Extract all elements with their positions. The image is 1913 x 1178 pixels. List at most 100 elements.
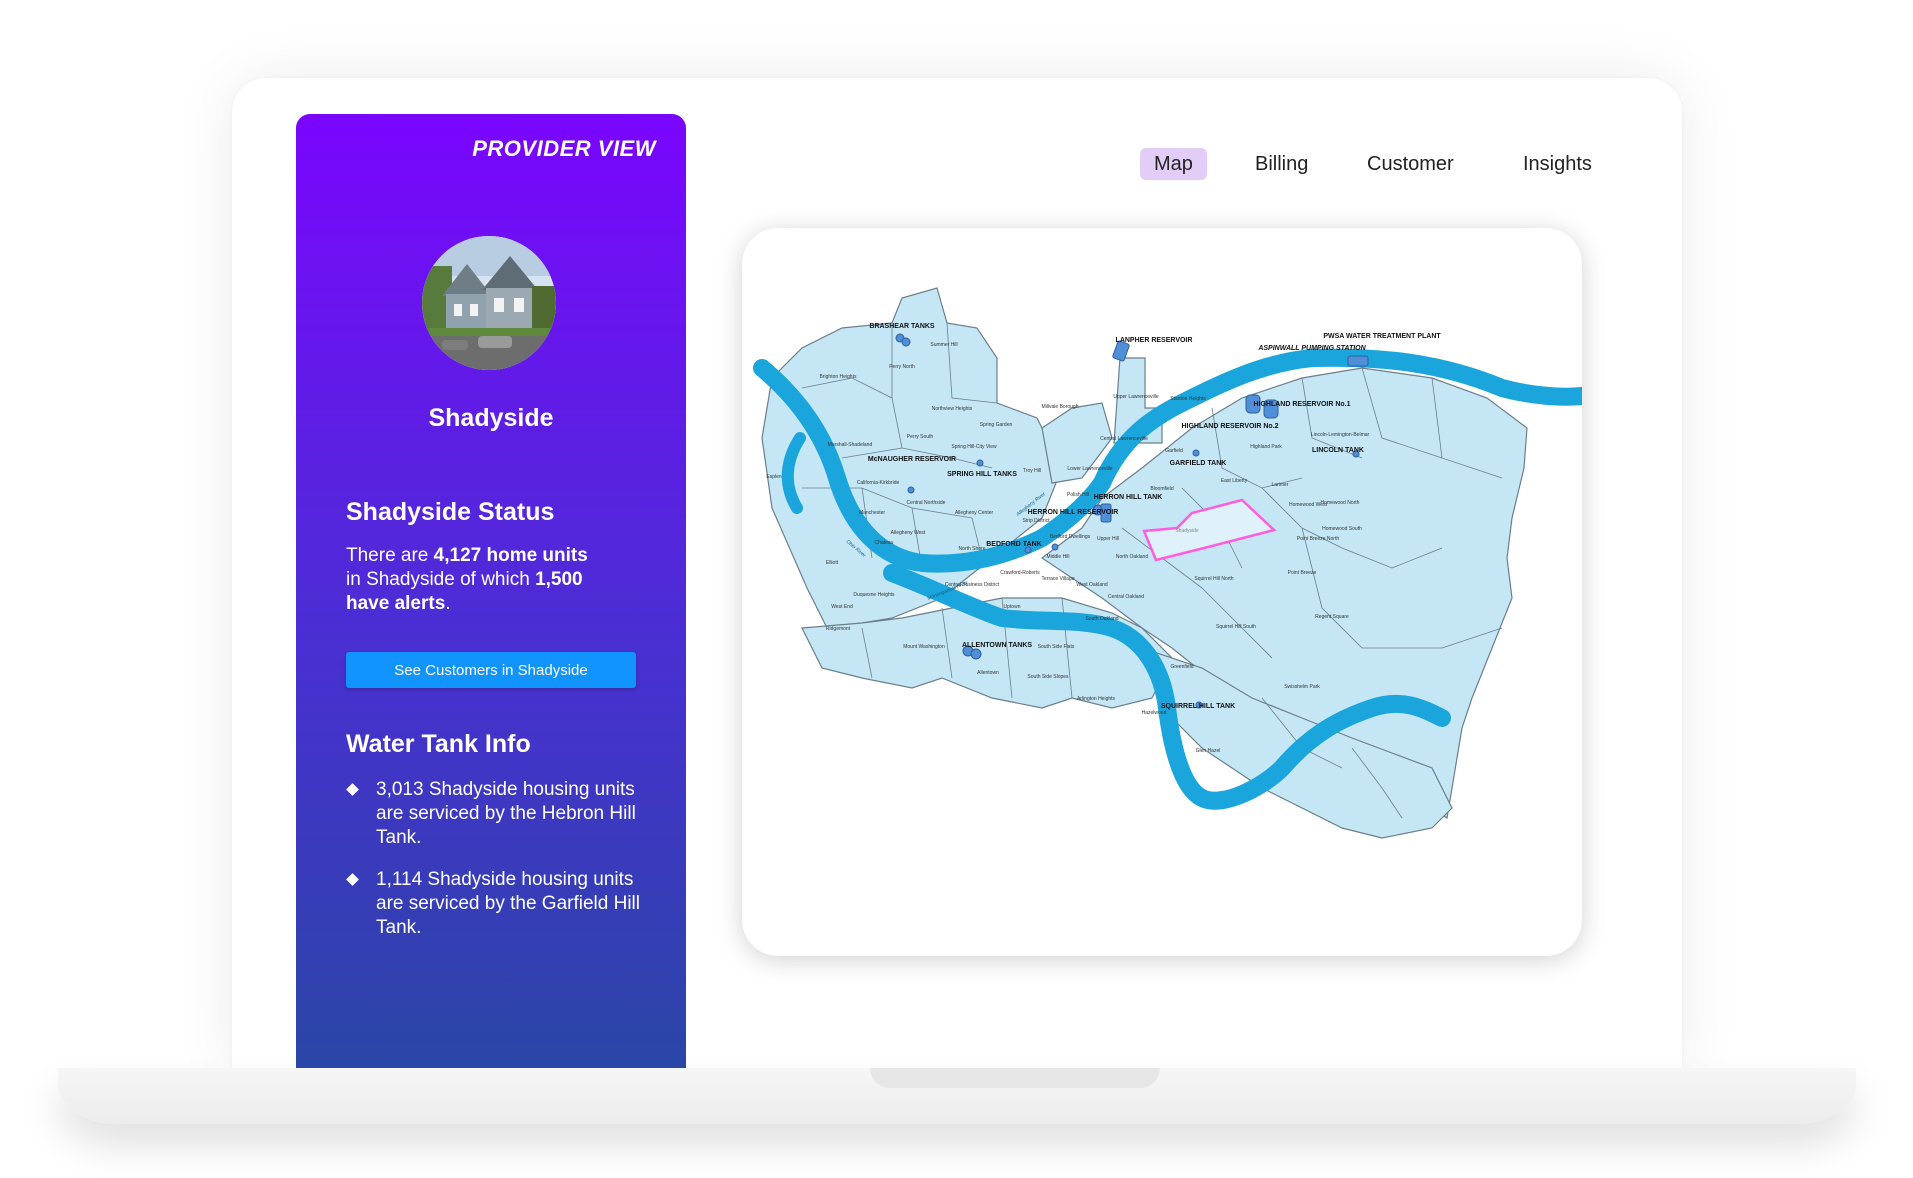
label-perry-south: Perry South (907, 434, 934, 440)
label-hazelwood: Hazelwood (1142, 710, 1167, 716)
label-lower-lawrenceville: Lower Lawrenceville (1067, 466, 1113, 472)
list-item: 3,013 Shadyside housing units are servic… (346, 778, 646, 850)
tab-billing[interactable]: Billing (1241, 148, 1322, 180)
diamond-bullet-icon (346, 783, 359, 796)
label-summer-hill: Summer Hill (930, 342, 957, 348)
label-northview: Northview Heights (932, 406, 973, 412)
label-allegheny-center: Allegheny Center (955, 510, 994, 516)
label-central-lawrenceville: Central Lawrenceville (1100, 436, 1148, 442)
label-marshall: Marshall-Shadeland (828, 442, 873, 448)
label-allegheny-west: Allegheny West (891, 530, 926, 536)
label-brashear: BRASHEAR TANKS (869, 323, 935, 330)
label-chateau: Chateau (875, 540, 894, 546)
label-bloomfield: Bloomfield (1150, 486, 1174, 492)
label-spring-garden: Spring Garden (980, 422, 1013, 428)
diamond-bullet-icon (346, 873, 359, 886)
label-larimer: Larimer (1272, 482, 1289, 488)
list-item-text: 1,114 Shadyside housing units are servic… (376, 869, 640, 938)
label-manchester: Manchester (859, 510, 885, 516)
label-glen-hazel: Glen Hazel (1196, 748, 1221, 754)
label-allentown-tanks: ALLENTOWN TANKS (962, 642, 1032, 649)
label-terrace: Terrace Village (1042, 576, 1075, 582)
label-troy: Troy Hill (1023, 468, 1041, 474)
label-ridgemont: Ridgemont (826, 626, 851, 632)
label-point-breeze-north: Point Breeze North (1297, 536, 1339, 542)
label-mcnaugher: McNAUGHER RESERVOIR (868, 456, 956, 463)
status-text-part: There are (346, 545, 434, 566)
label-south-oakland: South Oakland (1085, 616, 1118, 622)
home-units-count: 4,127 home units (433, 545, 588, 566)
label-california: California-Kirkbride (857, 480, 900, 486)
label-central-oakland: Central Oakland (1108, 594, 1144, 600)
label-stanton: Stanton Heights (1170, 396, 1206, 402)
label-allentown: Allentown (977, 670, 999, 676)
label-homewood-north: Homewood North (1321, 500, 1360, 506)
label-lincoln-lemington: Lincoln-Lemington-Belmar (1311, 432, 1370, 438)
label-east-liberty: East Liberty (1221, 478, 1248, 484)
label-pwsa: PWSA WATER TREATMENT PLANT (1323, 333, 1441, 340)
provider-view-label: PROVIDER VIEW (472, 136, 656, 161)
label-springhill: SPRING HILL TANKS (947, 471, 1017, 478)
label-north-shore: North Shore (959, 546, 986, 552)
label-point-breeze: Point Breeze (1288, 570, 1317, 576)
label-strip: Strip District (1023, 518, 1051, 524)
label-polish-hill: Polish Hill (1067, 492, 1089, 498)
tab-map[interactable]: Map (1140, 148, 1207, 180)
label-uptown: Uptown (1004, 604, 1021, 610)
label-bedford: BEDFORD TANK (986, 541, 1041, 548)
water-tank-list: 3,013 Shadyside housing units are servic… (346, 778, 646, 958)
label-lanpher: LANPHER RESERVOIR (1116, 337, 1193, 344)
laptop-notch (870, 1068, 1160, 1088)
label-aspinwall: ASPINWALL PUMPING STATION (1257, 345, 1366, 352)
label-central-north: Central Northside (907, 500, 946, 506)
label-bedford-dwellings: Bedford Dwellings (1050, 534, 1091, 540)
label-lincoln: LINCOLN TANK (1312, 447, 1364, 454)
map-card: BRASHEAR TANKS LANPHER RESERVOIR ASPINWA… (742, 228, 1582, 956)
label-mount-washington: Mount Washington (903, 644, 945, 650)
label-west-end: West End (831, 604, 853, 610)
water-tank-heading: Water Tank Info (346, 730, 531, 758)
label-greenfield: Greenfield (1170, 664, 1193, 670)
status-text-part: in Shadyside of which (346, 569, 536, 590)
label-crawford: Crawford-Roberts (1000, 570, 1040, 576)
label-garfield-tank: GARFIELD TANK (1170, 460, 1227, 467)
label-garfield: Garfield (1165, 448, 1183, 454)
label-south-side-slopes: South Side Slopes (1027, 674, 1069, 680)
status-heading: Shadyside Status (346, 498, 555, 526)
label-esplen: Esplen (766, 474, 782, 480)
laptop-base (58, 1068, 1856, 1124)
label-spring-hill-cv: Spring Hill-City View (951, 444, 997, 450)
label-highland-park: Highland Park (1250, 444, 1282, 450)
label-west-oakland: West Oakland (1076, 582, 1108, 588)
label-duquesne: Duquesne Heights (853, 592, 895, 598)
label-squirrel-south: Squirrel Hill South (1216, 624, 1256, 630)
label-squirrel-north: Squirrel Hill North (1194, 576, 1233, 582)
label-regent: Regent Square (1315, 614, 1349, 620)
label-highland1: HIGHLAND RESERVOIR No.1 (1253, 401, 1350, 408)
list-item: 1,114 Shadyside housing units are servic… (346, 868, 646, 940)
label-brighton: Brighton Heights (820, 374, 857, 380)
neighborhood-name: Shadyside (428, 404, 554, 432)
label-upper-lawrenceville: Upper Lawrenceville (1113, 394, 1159, 400)
label-highland2: HIGHLAND RESERVOIR No.2 (1181, 423, 1278, 430)
label-upper-hill: Upper Hill (1097, 536, 1119, 542)
tab-insights[interactable]: Insights (1509, 148, 1606, 180)
label-homewood-south: Homewood South (1322, 526, 1362, 532)
tab-customer[interactable]: Customer (1353, 148, 1468, 180)
status-text: There are 4,127 home units in Shadyside … (346, 544, 596, 616)
label-shadyside: Shadyside (1175, 528, 1199, 534)
label-swisshelm: Swisshelm Park (1284, 684, 1320, 690)
list-item-text: 3,013 Shadyside housing units are servic… (376, 779, 636, 848)
label-north-oakland: North Oakland (1116, 554, 1148, 560)
label-squirrel-tank: SQUIRREL HILL TANK (1161, 703, 1235, 710)
label-millvale: Millvale Borough (1042, 404, 1079, 410)
status-text-part: . (445, 593, 451, 614)
label-herron-reservoir: HERRON HILL RESERVOIR (1028, 509, 1119, 516)
label-elliott: Elliott (826, 560, 839, 566)
label-perry-north: Perry North (889, 364, 915, 370)
see-customers-button[interactable]: See Customers in Shadyside (346, 652, 636, 688)
label-south-side-flats: South Side Flats (1038, 644, 1075, 650)
neighborhood-map[interactable]: BRASHEAR TANKS LANPHER RESERVOIR ASPINWA… (742, 228, 1582, 956)
label-arlington: Arlington Heights (1077, 696, 1116, 702)
neighborhood-photo (422, 236, 556, 370)
